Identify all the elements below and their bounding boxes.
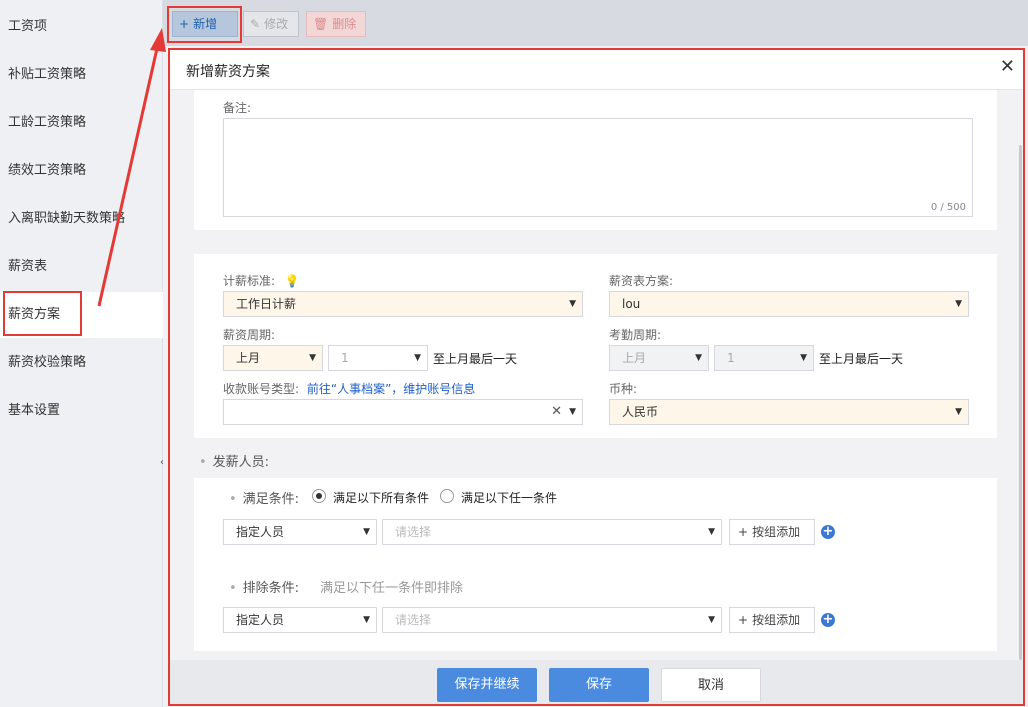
sidebar-item-salary-items[interactable]: 工资项: [0, 4, 163, 50]
cancel-button[interactable]: 取消: [661, 668, 761, 702]
personnel-file-link[interactable]: 前往“人事档案”，维护账号信息: [307, 382, 475, 396]
pay-cycle-label: 薪资周期:: [223, 328, 276, 342]
sidebar-item-performance-strategy[interactable]: 绩效工资策略: [0, 148, 163, 194]
sidebar-item-salary-sheet[interactable]: 薪资表: [0, 244, 163, 290]
match-any-label: 满足以下任一条件: [461, 491, 558, 505]
remark-card: 备注: 0 / 500: [194, 90, 997, 230]
bullet-icon: •: [229, 581, 237, 596]
collapse-sidebar-icon[interactable]: ‹: [160, 454, 168, 472]
match-any-radio[interactable]: [440, 489, 454, 503]
currency-label: 币种:: [609, 382, 638, 396]
currency-select[interactable]: 人民币 ▼: [609, 399, 969, 425]
trash-icon: 🗑: [313, 17, 329, 31]
chevron-down-icon: ▼: [363, 527, 370, 537]
bullet-icon: •: [199, 455, 207, 470]
pay-cycle-day-select[interactable]: 1 ▼: [328, 345, 428, 371]
highlight-add-button: [167, 6, 242, 43]
chevron-down-icon: ▼: [708, 615, 715, 625]
sidebar-item-allowance-strategy[interactable]: 补贴工资策略: [0, 52, 163, 98]
dialog-footer: 保存并继续 保存 取消: [170, 660, 1023, 704]
add-condition-icon[interactable]: +: [821, 525, 835, 539]
save-and-continue-button[interactable]: 保存并继续: [437, 668, 537, 702]
dialog-scrollbar[interactable]: [1019, 145, 1022, 660]
chevron-down-icon: ▼: [309, 353, 316, 363]
chevron-down-icon: ▼: [569, 299, 576, 309]
match-type-select[interactable]: 指定人员 ▼: [223, 519, 377, 545]
toolbar: + 新增 ✎ 修改 🗑 删除: [163, 0, 1028, 46]
save-button[interactable]: 保存: [549, 668, 649, 702]
chevron-down-icon: ▼: [569, 407, 576, 417]
bullet-icon: •: [229, 492, 237, 507]
chevron-down-icon: ▼: [800, 353, 807, 363]
exclude-value-select[interactable]: 请选择 ▼: [382, 607, 722, 633]
new-salary-plan-dialog: 新增薪资方案 ✕ 备注: 0 / 500 计薪标准: 💡 工作日计薪 ▼ 薪资表…: [168, 48, 1025, 706]
edit-button[interactable]: ✎ 修改: [243, 11, 299, 37]
exclude-type-select[interactable]: 指定人员 ▼: [223, 607, 377, 633]
salary-sheet-label: 薪资表方案:: [609, 274, 674, 288]
pay-standard-select[interactable]: 工作日计薪 ▼: [223, 291, 583, 317]
pay-cycle-suffix: 至上月最后一天: [433, 352, 518, 366]
pay-cycle-month-select[interactable]: 上月 ▼: [223, 345, 323, 371]
pay-standard-label: 计薪标准: 💡: [223, 274, 300, 288]
lightbulb-icon: 💡: [284, 274, 300, 288]
sidebar-item-seniority-strategy[interactable]: 工龄工资策略: [0, 100, 163, 146]
match-all-label: 满足以下所有条件: [333, 491, 430, 505]
dialog-header: 新增薪资方案 ✕: [170, 50, 1023, 90]
chevron-down-icon: ▼: [363, 615, 370, 625]
payees-section-title: • 发薪人员:: [199, 455, 270, 470]
chevron-down-icon: ▼: [414, 353, 421, 363]
delete-button[interactable]: 🗑 删除: [306, 11, 366, 37]
attendance-cycle-day-select: 1 ▼: [714, 345, 814, 371]
chevron-down-icon: ▼: [708, 527, 715, 537]
match-all-radio[interactable]: [312, 489, 326, 503]
sidebar-item-basic-settings[interactable]: 基本设置: [0, 388, 163, 434]
payees-card: • 满足条件: 满足以下所有条件 满足以下任一条件 指定人员 ▼ 请选择 ▼ + 按…: [194, 478, 997, 651]
remark-counter: 0 / 500: [930, 202, 966, 213]
add-exclude-condition-icon[interactable]: +: [821, 613, 835, 627]
settings-card: 计薪标准: 💡 工作日计薪 ▼ 薪资表方案: lou ▼ 薪资周期: 上月 ▼ …: [194, 254, 997, 438]
exclude-condition-hint: 满足以下任一条件即排除: [320, 581, 464, 596]
account-type-select[interactable]: ✕ ▼: [223, 399, 583, 425]
sidebar: 工资项 补贴工资策略 工龄工资策略 绩效工资策略 入离职缺勤天数策略 薪资表 薪…: [0, 0, 163, 707]
salary-sheet-select[interactable]: lou ▼: [609, 291, 969, 317]
sidebar-item-absence-days-strategy[interactable]: 入离职缺勤天数策略: [0, 196, 163, 242]
plus-icon: +: [738, 613, 749, 627]
remark-textarea[interactable]: 0 / 500: [223, 118, 973, 217]
clear-icon[interactable]: ✕: [551, 400, 562, 424]
attendance-cycle-label: 考勤周期:: [609, 328, 662, 342]
match-group-add-button[interactable]: + 按组添加: [729, 519, 815, 545]
dialog-title: 新增薪资方案: [186, 64, 270, 80]
chevron-down-icon: ▼: [695, 353, 702, 363]
match-condition-label: • 满足条件:: [229, 492, 300, 507]
attendance-cycle-suffix: 至上月最后一天: [819, 352, 904, 366]
plus-icon: +: [738, 525, 749, 539]
exclude-condition-label: • 排除条件:: [229, 581, 300, 596]
highlight-sidebar-item: [3, 291, 82, 336]
account-type-label: 收款账号类型: 前往“人事档案”，维护账号信息: [223, 382, 476, 396]
chevron-down-icon: ▼: [955, 299, 962, 309]
exclude-group-add-button[interactable]: + 按组添加: [729, 607, 815, 633]
match-value-select[interactable]: 请选择 ▼: [382, 519, 722, 545]
remark-label: 备注:: [223, 101, 252, 115]
attendance-cycle-month-select: 上月 ▼: [609, 345, 709, 371]
close-icon[interactable]: ✕: [1000, 56, 1015, 77]
sidebar-item-salary-check-strategy[interactable]: 薪资校验策略: [0, 340, 163, 386]
edit-icon: ✎: [250, 17, 261, 31]
chevron-down-icon: ▼: [955, 407, 962, 417]
